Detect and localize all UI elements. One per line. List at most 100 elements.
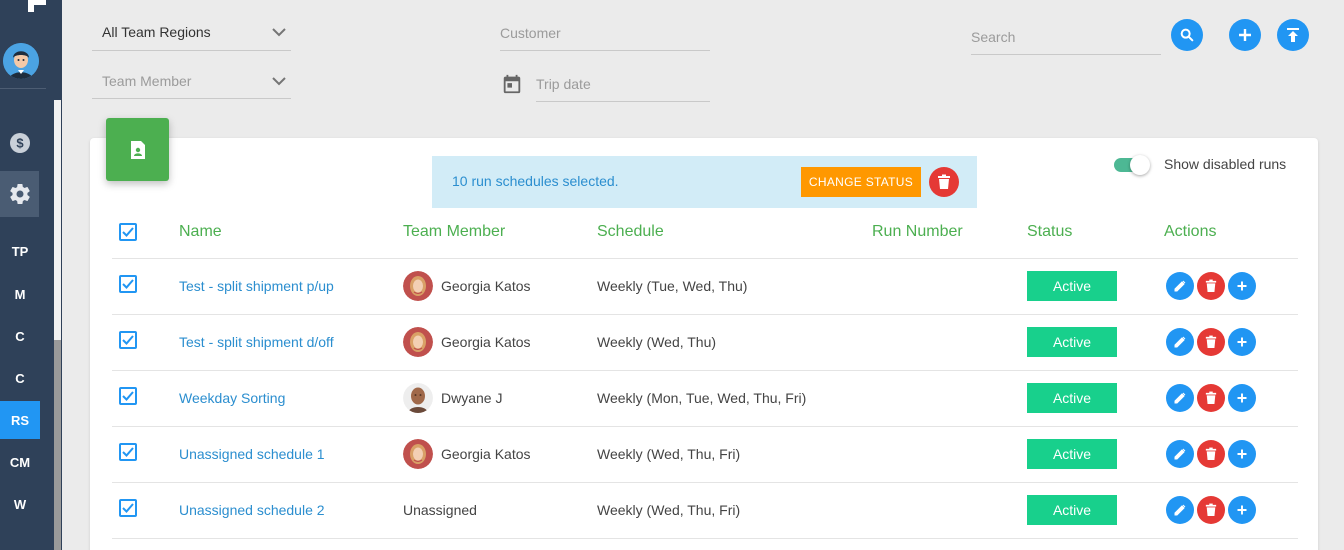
team-member-select[interactable]: Team Member xyxy=(92,67,291,99)
sidebar-item-tp[interactable]: TP xyxy=(0,232,40,270)
schedule-text: Weekly (Wed, Thu) xyxy=(597,334,717,350)
column-header-actions: Actions xyxy=(1164,223,1217,240)
upload-icon xyxy=(1287,28,1299,42)
delete-button[interactable] xyxy=(1197,328,1225,356)
team-member-name: Georgia Katos xyxy=(441,278,531,294)
card-header-badge xyxy=(106,118,169,181)
column-header-run-number[interactable]: Run Number xyxy=(872,223,963,241)
user-avatar[interactable] xyxy=(3,43,39,79)
avatar xyxy=(403,383,433,413)
plus-icon xyxy=(1239,29,1251,41)
delete-selected-button[interactable] xyxy=(929,167,959,197)
avatar xyxy=(403,327,433,357)
sidebar-divider xyxy=(0,88,46,89)
add-button[interactable] xyxy=(1228,272,1256,300)
trash-icon xyxy=(1205,335,1217,348)
app-logo[interactable] xyxy=(24,0,48,12)
trash-icon xyxy=(938,174,950,189)
sidebar-item-c2[interactable]: C xyxy=(0,359,40,397)
row-checkbox[interactable] xyxy=(119,443,137,461)
trip-date-field[interactable]: Trip date xyxy=(536,70,710,102)
region-select[interactable]: All Team Regions xyxy=(92,18,291,51)
schedule-text: Weekly (Wed, Thu, Fri) xyxy=(597,502,741,518)
change-status-button[interactable]: CHANGE STATUS xyxy=(801,167,921,197)
delete-button[interactable] xyxy=(1197,496,1225,524)
selection-banner: 10 run schedules selected. CHANGE STATUS xyxy=(432,156,977,208)
show-disabled-toggle[interactable] xyxy=(1114,155,1150,175)
check-icon xyxy=(122,227,134,237)
edit-button[interactable] xyxy=(1166,384,1194,412)
avatar xyxy=(403,271,433,301)
delete-button[interactable] xyxy=(1197,272,1225,300)
delete-button[interactable] xyxy=(1197,440,1225,468)
header-divider xyxy=(112,258,1298,259)
edit-button[interactable] xyxy=(1166,496,1194,524)
sidebar-item-rs[interactable]: RS xyxy=(0,401,40,439)
customer-field[interactable]: Customer xyxy=(500,19,710,51)
check-icon xyxy=(122,503,134,513)
add-button[interactable] xyxy=(1228,440,1256,468)
team-member-name: Unassigned xyxy=(403,502,477,518)
sidebar-item-settings[interactable] xyxy=(0,171,39,217)
plus-icon xyxy=(1237,505,1247,515)
row-checkbox[interactable] xyxy=(119,331,137,349)
sidebar-item-billing[interactable]: $ xyxy=(0,120,40,166)
check-icon xyxy=(122,391,134,401)
team-member-name: Dwyane J xyxy=(441,390,503,406)
search-input[interactable]: Search xyxy=(971,23,1161,55)
status-badge: Active xyxy=(1027,271,1117,301)
dollar-icon: $ xyxy=(10,133,30,153)
show-disabled-label: Show disabled runs xyxy=(1164,156,1287,172)
chevron-down-icon xyxy=(272,28,286,37)
edit-button[interactable] xyxy=(1166,440,1194,468)
status-badge: Active xyxy=(1027,383,1117,413)
column-header-name[interactable]: Name xyxy=(179,223,222,241)
search-icon xyxy=(1180,28,1194,42)
plus-icon xyxy=(1237,393,1247,403)
row-checkbox[interactable] xyxy=(119,387,137,405)
sidebar-item-m[interactable]: M xyxy=(0,275,40,313)
row-checkbox[interactable] xyxy=(119,275,137,293)
sidebar-item-cm[interactable]: CM xyxy=(0,443,40,481)
row-divider xyxy=(112,370,1298,371)
plus-icon xyxy=(1237,449,1247,459)
search-button[interactable] xyxy=(1171,19,1203,51)
schedule-text: Weekly (Tue, Wed, Thu) xyxy=(597,278,748,294)
sidebar-item-w[interactable]: W xyxy=(0,485,40,523)
trash-icon xyxy=(1205,279,1217,292)
edit-button[interactable] xyxy=(1166,272,1194,300)
edit-button[interactable] xyxy=(1166,328,1194,356)
check-icon xyxy=(122,447,134,457)
team-member-name: Georgia Katos xyxy=(441,446,531,462)
run-name-link[interactable]: Weekday Sorting xyxy=(179,390,285,406)
add-button[interactable] xyxy=(1228,496,1256,524)
row-checkbox[interactable] xyxy=(119,499,137,517)
run-name-link[interactable]: Unassigned schedule 1 xyxy=(179,446,325,462)
row-divider xyxy=(112,482,1298,483)
add-button[interactable] xyxy=(1228,328,1256,356)
row-divider xyxy=(112,426,1298,427)
check-icon xyxy=(122,335,134,345)
run-name-link[interactable]: Test - split shipment d/off xyxy=(179,334,334,350)
run-name-link[interactable]: Unassigned schedule 2 xyxy=(179,502,325,518)
add-run-button[interactable] xyxy=(1229,19,1261,51)
pencil-icon xyxy=(1174,280,1186,292)
check-icon xyxy=(122,279,134,289)
add-button[interactable] xyxy=(1228,384,1256,412)
team-member-name: Georgia Katos xyxy=(441,334,531,350)
upload-button[interactable] xyxy=(1277,19,1309,51)
row-divider xyxy=(112,538,1298,539)
sidebar-scrollbar[interactable] xyxy=(54,100,61,550)
column-header-schedule[interactable]: Schedule xyxy=(597,223,664,241)
svg-text:$: $ xyxy=(16,136,24,151)
select-all-checkbox[interactable] xyxy=(119,223,137,241)
run-name-link[interactable]: Test - split shipment p/up xyxy=(179,278,334,294)
row-divider xyxy=(112,314,1298,315)
pencil-icon xyxy=(1174,504,1186,516)
pencil-icon xyxy=(1174,336,1186,348)
sidebar-item-c1[interactable]: C xyxy=(0,317,40,355)
column-header-team-member[interactable]: Team Member xyxy=(403,223,505,241)
trash-icon xyxy=(1205,447,1217,460)
column-header-status[interactable]: Status xyxy=(1027,223,1072,241)
delete-button[interactable] xyxy=(1197,384,1225,412)
